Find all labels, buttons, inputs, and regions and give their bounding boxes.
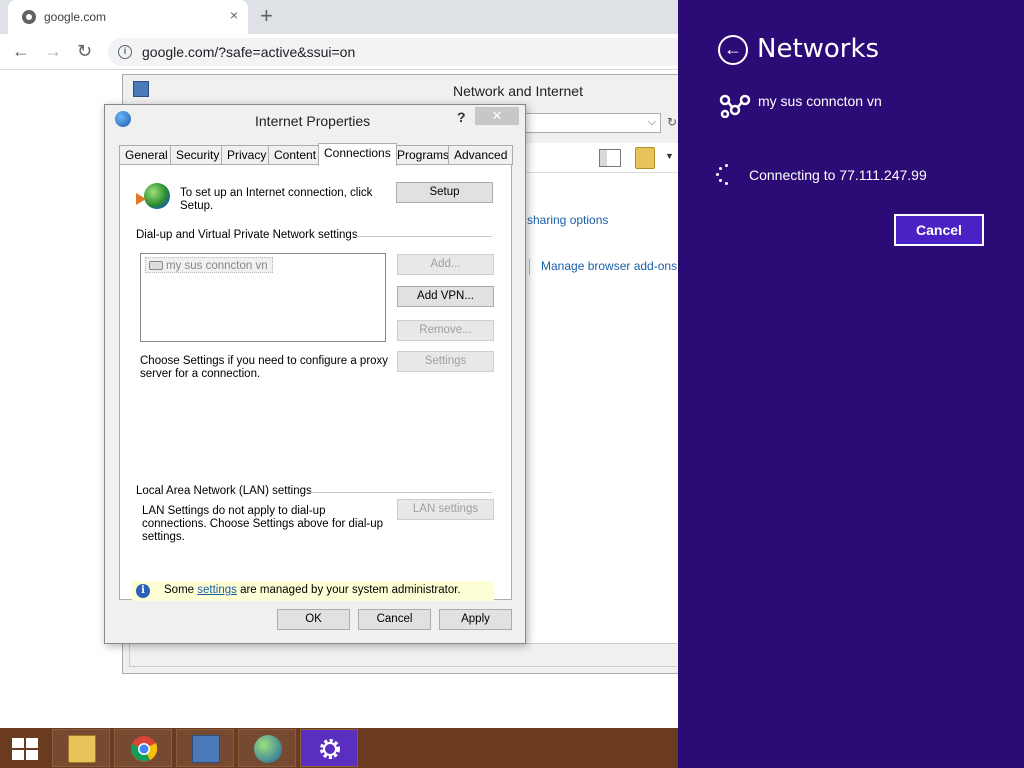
dialog-title: Internet Properties: [255, 113, 371, 129]
vpn-connection-icon: [719, 94, 751, 118]
tab-security[interactable]: Security: [170, 145, 226, 165]
admin-settings-link[interactable]: settings: [197, 584, 237, 596]
tab-privacy[interactable]: Privacy: [221, 145, 273, 165]
sharing-options-link[interactable]: sharing options: [527, 213, 608, 227]
internet-setup-icon: [136, 183, 170, 211]
tab-general[interactable]: General: [119, 145, 174, 165]
back-arrow-icon[interactable]: ←: [12, 40, 30, 62]
control-panel-statusbar: [129, 643, 677, 667]
close-tab-icon[interactable]: ×: [230, 7, 238, 23]
taskbar-file-explorer[interactable]: [52, 729, 110, 767]
globe-favicon-icon: [22, 10, 36, 24]
loading-spinner-icon: [716, 164, 736, 185]
taskbar-internet-options[interactable]: [238, 729, 296, 767]
tab-content[interactable]: Content: [268, 145, 323, 165]
settings-button[interactable]: Settings: [397, 351, 494, 372]
tab-programs[interactable]: Programs: [391, 145, 456, 165]
info-icon: i: [136, 584, 150, 598]
add-vpn-button[interactable]: Add VPN...: [397, 286, 494, 307]
vpn-connection-name[interactable]: my sus conncton vn: [758, 93, 882, 109]
ok-button[interactable]: OK: [277, 609, 350, 630]
remove-button[interactable]: Remove...: [397, 320, 494, 341]
control-panel-icon: [192, 735, 220, 763]
link-divider: [529, 259, 530, 275]
apply-button[interactable]: Apply: [439, 609, 512, 630]
url-text[interactable]: google.com/?safe=active&ssui=on: [142, 44, 355, 60]
dropdown-arrow-icon[interactable]: ▼: [665, 151, 674, 161]
folder-icon: [68, 735, 96, 763]
chrome-icon: [131, 736, 158, 762]
control-panel-title: Network and Internet: [453, 83, 583, 99]
reload-icon[interactable]: ↻: [77, 40, 92, 62]
control-panel-address-bar[interactable]: ⌵: [523, 113, 661, 133]
setup-button[interactable]: Setup: [396, 182, 493, 203]
taskbar: [0, 728, 678, 768]
address-bar[interactable]: i google.com/?safe=active&ssui=on: [108, 38, 678, 66]
admin-text-after: are managed by your system administrator…: [236, 584, 461, 596]
help-button[interactable]: ?: [457, 109, 466, 125]
dialog-titlebar: Internet Properties ? ✕: [105, 105, 525, 133]
taskbar-control-panel[interactable]: [176, 729, 234, 767]
gear-icon: [320, 739, 340, 759]
setup-description: To set up an Internet connection, click …: [180, 187, 373, 212]
browser-toolbar: ← → ↻ i google.com/?safe=active&ssui=on: [0, 34, 678, 70]
vpn-item-label: my sus conncton vn: [166, 260, 268, 272]
tab-title: google.com: [44, 10, 107, 24]
browser-tab[interactable]: google.com ×: [8, 0, 248, 34]
connections-tab-panel: To set up an Internet connection, click …: [119, 164, 512, 601]
add-button[interactable]: Add...: [397, 254, 494, 275]
new-tab-button[interactable]: +: [260, 4, 273, 28]
control-panel-content: sharing options Manage browser add-ons: [523, 173, 679, 643]
networks-panel: ← Networks my sus conncton vn Connecting…: [678, 0, 1024, 768]
vpn-connection-list[interactable]: my sus conncton vn: [140, 253, 386, 342]
chevron-down-icon[interactable]: ⌵: [648, 116, 656, 129]
info-icon[interactable]: i: [118, 45, 132, 59]
lan-group-label: Local Area Network (LAN) settings: [136, 485, 312, 497]
vpn-connection-icon: [149, 261, 163, 270]
group-divider: [352, 236, 492, 237]
preview-pane-icon[interactable]: [599, 149, 621, 167]
tab-advanced[interactable]: Advanced: [448, 145, 514, 165]
forward-arrow-icon[interactable]: →: [44, 40, 62, 62]
taskbar-chrome[interactable]: [114, 729, 172, 767]
admin-info-bar: i Some settings are managed by your syst…: [132, 581, 494, 601]
manage-addons-link[interactable]: Manage browser add-ons: [541, 259, 677, 273]
browser-tab-bar: google.com × +: [0, 0, 678, 34]
taskbar-settings[interactable]: [300, 729, 358, 767]
internet-options-icon: [254, 735, 282, 763]
admin-notice: Some settings are managed by your system…: [164, 584, 461, 596]
lan-description: LAN Settings do not apply to dial-up con…: [142, 505, 384, 543]
tab-connections[interactable]: Connections: [318, 143, 397, 166]
folder-icon[interactable]: [635, 147, 655, 169]
dialog-tab-strip: General Security Privacy Content Connect…: [119, 143, 519, 166]
internet-properties-dialog: Internet Properties ? ✕ General Security…: [104, 104, 526, 644]
refresh-icon[interactable]: ↻: [667, 115, 677, 129]
connection-status: Connecting to 77.111.247.99: [749, 167, 927, 183]
vpn-group-label: Dial-up and Virtual Private Network sett…: [136, 229, 358, 241]
windows-start-icon[interactable]: [10, 736, 40, 760]
group-divider: [306, 492, 492, 493]
control-panel-icon: [133, 81, 149, 97]
back-arrow-icon[interactable]: ←: [718, 35, 748, 65]
lan-settings-button[interactable]: LAN settings: [397, 499, 494, 520]
networks-title: Networks: [757, 34, 880, 64]
control-panel-titlebar: Network and Internet: [123, 75, 679, 105]
cancel-button[interactable]: Cancel: [358, 609, 431, 630]
list-item[interactable]: my sus conncton vn: [145, 257, 273, 273]
admin-text-before: Some: [164, 584, 198, 596]
proxy-description: Choose Settings if you need to configure…: [140, 355, 389, 380]
cancel-connection-button[interactable]: Cancel: [894, 214, 984, 246]
control-panel-toolbar: ▼: [523, 143, 679, 173]
internet-options-icon: [115, 111, 131, 127]
close-button[interactable]: ✕: [475, 107, 519, 125]
